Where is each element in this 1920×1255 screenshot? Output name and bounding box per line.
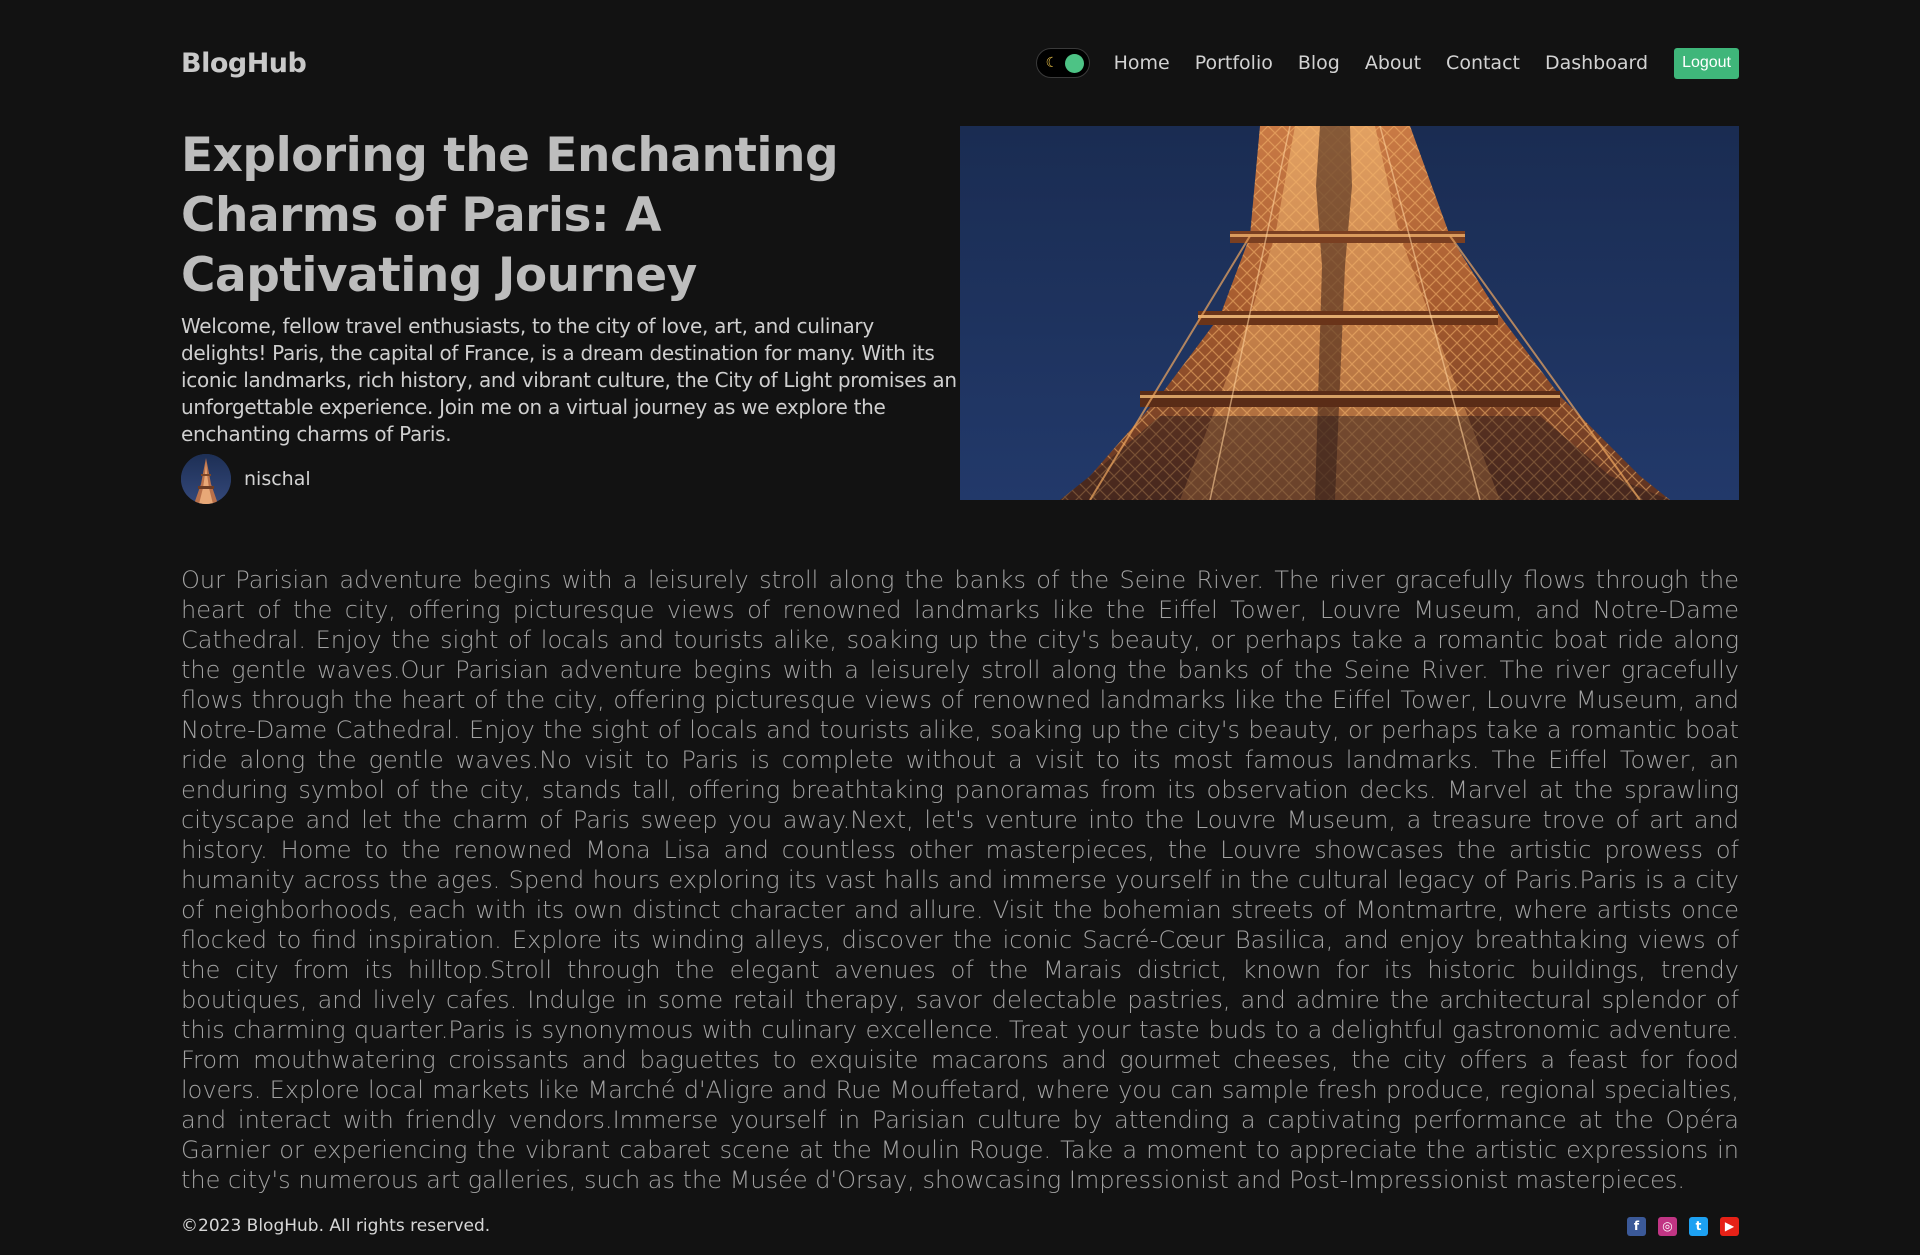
eiffel-tower-image — [960, 126, 1739, 500]
nav-menu: ☾ Home Portfolio Blog About Contact Dash… — [1035, 47, 1739, 79]
navbar: BlogHub ☾ Home Portfolio Blog About Cont… — [181, 0, 1739, 126]
twitter-icon[interactable]: t — [1689, 1216, 1708, 1236]
copyright-text: ©2023 BlogHub. All rights reserved. — [181, 1216, 491, 1236]
post-excerpt: Welcome, fellow travel enthusiasts, to t… — [181, 314, 957, 446]
instagram-icon[interactable]: ◎ — [1658, 1216, 1677, 1236]
footer: ©2023 BlogHub. All rights reserved. f ◎ … — [181, 1213, 1739, 1239]
page-container: BlogHub ☾ Home Portfolio Blog About Cont… — [181, 0, 1739, 1239]
post-header: Exploring the Enchanting Charms of Paris… — [181, 126, 961, 504]
nav-link-contact[interactable]: Contact — [1446, 52, 1520, 74]
post-content: Our Parisian adventure begins with a lei… — [181, 566, 1739, 1194]
nav-link-dashboard[interactable]: Dashboard — [1545, 52, 1648, 74]
brand-logo[interactable]: BlogHub — [181, 48, 307, 79]
nav-link-blog[interactable]: Blog — [1298, 52, 1340, 74]
facebook-icon[interactable]: f — [1627, 1216, 1646, 1236]
youtube-icon[interactable]: ▶ — [1720, 1216, 1739, 1236]
nav-link-about[interactable]: About — [1365, 52, 1421, 74]
moon-icon: ☾ — [1045, 55, 1059, 71]
post-hero: Exploring the Enchanting Charms of Paris… — [181, 126, 1739, 504]
toggle-knob — [1064, 54, 1084, 73]
author-name[interactable]: nischal — [244, 468, 311, 490]
post-title: Exploring the Enchanting Charms of Paris… — [181, 128, 839, 303]
logout-button[interactable]: Logout — [1674, 47, 1739, 79]
social-links: f ◎ t ▶ — [1615, 1216, 1739, 1236]
author-info: nischal — [181, 454, 961, 504]
avatar-image — [181, 454, 231, 504]
nav-link-home[interactable]: Home — [1114, 52, 1170, 74]
avatar[interactable] — [181, 454, 231, 504]
nav-link-portfolio[interactable]: Portfolio — [1195, 52, 1273, 74]
theme-toggle[interactable]: ☾ — [1035, 48, 1090, 78]
post-featured-image — [960, 126, 1739, 500]
